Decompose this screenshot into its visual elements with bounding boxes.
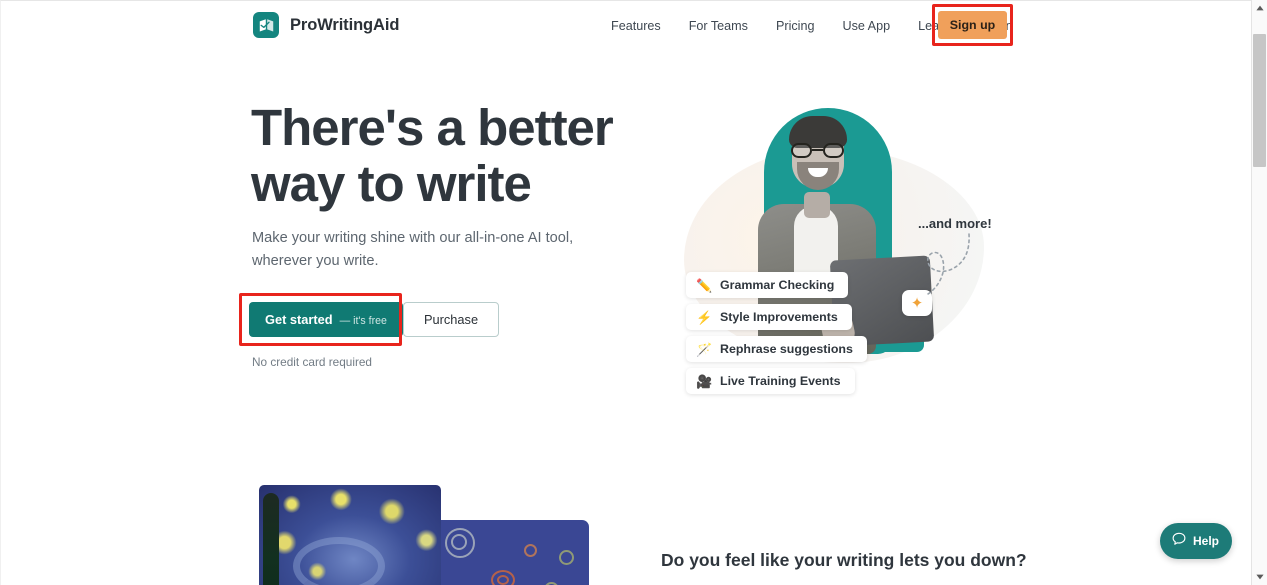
vertical-scrollbar[interactable] [1251,0,1267,585]
scroll-up-arrow-icon[interactable] [1252,0,1267,16]
browser-page: ProWritingAid Features For Teams Pricing… [0,0,1267,585]
lower-section-heading: Do you feel like your writing lets you d… [661,550,1027,570]
page-title: There's a better way to write [251,99,614,212]
nav-item-pricing[interactable]: Pricing [762,13,829,39]
swirl-shape [293,537,385,585]
hero-subtitle: Make your writing shine with our all-in-… [252,230,574,270]
and-more-annotation: ...and more! [918,216,992,231]
pencil-icon: ✏️ [696,277,713,293]
scrollbar-track[interactable] [1252,16,1267,569]
help-button[interactable]: Help [1160,523,1232,559]
site-header: ProWritingAid Features For Teams Pricing… [1,1,1251,50]
hero-illustration: ✦ ...and more! ✏️ Grammar Checking ⚡ Sty… [656,100,1016,400]
feature-chip-label: Live Training Events [720,374,841,388]
scroll-down-arrow-icon[interactable] [1252,569,1267,585]
hero-section: There's a better way to write Make your … [1,50,1251,470]
magic-wand-icon: 🪄 [696,341,713,357]
book-pages-icon [253,12,279,38]
feature-chip-label: Style Improvements [720,310,838,324]
lower-section: Do you feel like your writing lets you d… [1,470,1251,585]
no-credit-card-note: No credit card required [252,355,372,369]
signup-button-group: Sign up [932,4,1013,46]
glasses-icon [790,143,846,158]
nav-item-use-app[interactable]: Use App [828,13,904,39]
lightning-icon: ⚡ [696,309,713,325]
help-label: Help [1193,534,1220,548]
feature-chip-rephrase-suggestions[interactable]: 🪄 Rephrase suggestions [686,336,867,362]
video-camera-icon: 🎥 [696,373,713,389]
feature-chip-style-improvements[interactable]: ⚡ Style Improvements [686,304,852,330]
feature-chip-label: Rephrase suggestions [720,342,853,356]
feature-chip-grammar-checking[interactable]: ✏️ Grammar Checking [686,272,849,298]
chat-bubble-icon [1171,531,1187,552]
brand-logo-link[interactable]: ProWritingAid [253,12,399,38]
feature-chip-label: Grammar Checking [720,278,835,292]
starry-night-artwork [259,485,441,585]
brand-name: ProWritingAid [290,15,400,34]
signup-button[interactable]: Sign up [938,11,1007,39]
get-started-button[interactable]: Get started — it's free [249,302,403,337]
get-started-sublabel: — it's free [339,315,387,327]
person-neck [804,192,830,218]
get-started-label: Get started [265,312,333,327]
nav-item-features[interactable]: Features [597,13,675,39]
nav-item-for-teams[interactable]: For Teams [675,13,762,39]
feature-chip-live-training-events[interactable]: 🎥 Live Training Events [686,368,855,394]
blue-doodle-card [431,520,589,585]
curly-arrow-icon [927,233,970,295]
scrollbar-thumb[interactable] [1253,34,1266,167]
page-viewport: ProWritingAid Features For Teams Pricing… [0,0,1251,585]
cypress-tree [263,493,279,585]
purchase-button[interactable]: Purchase [403,302,500,337]
feature-chip-list: ✏️ Grammar Checking ⚡ Style Improvements… [686,272,867,394]
